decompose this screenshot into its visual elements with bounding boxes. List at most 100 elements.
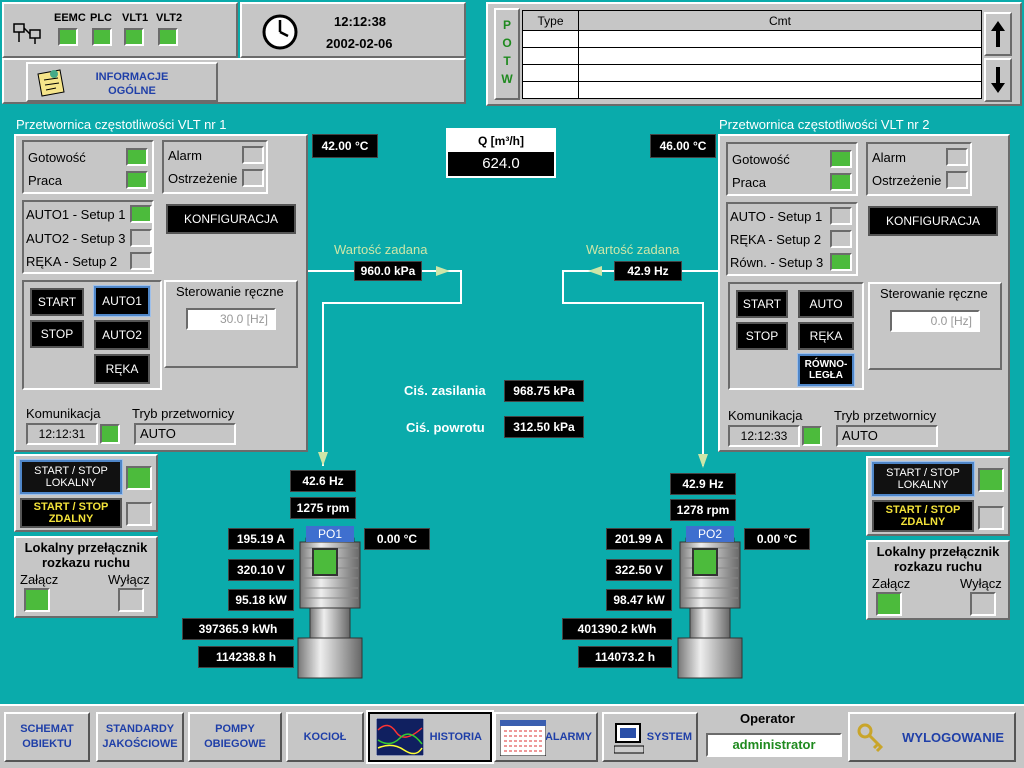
- pump2-voltage: 322.50 V: [606, 559, 672, 581]
- nav-alarmy-button[interactable]: ALARMY: [494, 712, 598, 762]
- return-pressure-value: 312.50 kPa: [504, 416, 584, 438]
- vlt2-rownolegla-button[interactable]: RÓWNO-LEGŁA: [797, 353, 855, 387]
- pump2-current: 201.99 A: [606, 528, 672, 550]
- logout-label: WYLOGOWANIE: [902, 729, 1004, 745]
- vlt1-comm-led: [100, 424, 120, 444]
- history-chart-icon: [376, 718, 424, 756]
- vlt2-start-button[interactable]: START: [736, 290, 788, 318]
- vlt2-reka-button[interactable]: RĘKA: [798, 322, 854, 350]
- vlt2-comm-label: Komunikacja: [728, 408, 803, 423]
- nav-pompy-button[interactable]: POMPY OBIEGOWE: [188, 712, 282, 762]
- vlt1-title: Przetwornica częstotliwości VLT nr 1: [16, 117, 227, 132]
- vlt1-config-button[interactable]: KONFIGURACJA: [166, 204, 296, 234]
- vlt1-setpoint-label: Wartość zadana: [334, 242, 428, 257]
- vlt2-gotowosc-led: [830, 150, 852, 168]
- message-table[interactable]: Type Cmt: [522, 10, 982, 99]
- operator-value: administrator: [706, 733, 842, 757]
- pipe-right-h3: [562, 302, 704, 304]
- scroll-up-button[interactable]: [984, 12, 1012, 56]
- vlt1-auto1-button[interactable]: AUTO1: [93, 285, 151, 317]
- vlt2-setup2: RĘKA - Setup 2: [730, 232, 822, 247]
- nav-historia-button[interactable]: HISTORIA: [366, 710, 494, 764]
- local2-start-stop-remote[interactable]: START / STOP ZDALNY: [872, 500, 974, 532]
- nav-kociol-button[interactable]: KOCIOŁ: [286, 712, 364, 762]
- clock-icon: [262, 14, 298, 50]
- local1-local-led: [126, 466, 152, 490]
- vlt1-start-button[interactable]: START: [30, 288, 84, 316]
- table-row[interactable]: [522, 64, 982, 82]
- local2-start-stop-local[interactable]: START / STOP LOKALNY: [871, 461, 975, 497]
- supply-pressure-label: Ciś. zasilania: [404, 383, 486, 398]
- vlt2-config-button[interactable]: KONFIGURACJA: [868, 206, 998, 236]
- flow-value: 624.0: [448, 152, 554, 176]
- vlt1-reka-button[interactable]: RĘKA: [94, 354, 150, 384]
- nav-system-label: SYSTEM: [646, 730, 692, 743]
- pipe-right-v1: [562, 270, 564, 304]
- local1-on-led[interactable]: [24, 588, 50, 612]
- header-status-panel: EEMC PLC VLT1 VLT2: [2, 2, 238, 58]
- pump1-name: PO1: [306, 526, 354, 542]
- vlt1-ostrzezenie: Ostrzeżenie: [168, 171, 238, 186]
- local1-off-led[interactable]: [118, 588, 144, 612]
- header-clock-panel: 12:12:38 2002-02-06: [240, 2, 466, 58]
- local2-panel: START / STOP LOKALNY START / STOP ZDALNY: [866, 456, 1010, 536]
- nav-schemat-button[interactable]: SCHEMAT OBIEKTU: [4, 712, 90, 762]
- note-icon: [37, 69, 65, 97]
- vlt1-manual-label: Sterowanie ręczne: [176, 284, 284, 299]
- col-cmt: Cmt: [578, 10, 982, 31]
- vlt2-manual-input[interactable]: 0.0 [Hz]: [890, 310, 980, 332]
- pump1-energy: 397365.9 kWh: [182, 618, 294, 640]
- led-vlt1: [124, 28, 144, 46]
- local2-off-led[interactable]: [970, 592, 996, 616]
- table-row[interactable]: [522, 81, 982, 99]
- vlt1-setup2: AUTO2 - Setup 3: [26, 231, 126, 246]
- vlt1-praca: Praca: [28, 173, 62, 188]
- nav-system-button[interactable]: SYSTEM: [602, 712, 698, 762]
- info-button-panel: INFORMACJE OGÓLNE: [2, 58, 466, 104]
- vlt2-auto-button[interactable]: AUTO: [798, 290, 854, 318]
- pump1-current: 195.19 A: [228, 528, 294, 550]
- potw-button[interactable]: POTW: [494, 8, 520, 100]
- vlt1-manual-input[interactable]: 30.0 [Hz]: [186, 308, 276, 330]
- vlt1-setpoint: 960.0 kPa: [354, 261, 422, 281]
- return-pressure-label: Ciś. powrotu: [406, 420, 485, 435]
- info-button-label: INFORMACJE OGÓLNE: [95, 71, 169, 97]
- vlt1-auto2-button[interactable]: AUTO2: [94, 320, 150, 350]
- flow-box: Q [m³/h] 624.0: [446, 128, 556, 178]
- nav-standardy-button[interactable]: STANDARDY JAKOŚCIOWE: [96, 712, 184, 762]
- col-type: Type: [522, 10, 579, 31]
- table-row[interactable]: [522, 47, 982, 65]
- vlt1-panel: Gotowość Praca Alarm Ostrzeżenie AUTO1 -…: [14, 134, 308, 452]
- pump2-freq: 42.9 Hz: [670, 473, 736, 495]
- local2-on-led[interactable]: [876, 592, 902, 616]
- computer-icon: [614, 723, 644, 754]
- label-vlt1: VLT1: [122, 12, 149, 24]
- scroll-down-button[interactable]: [984, 58, 1012, 102]
- table-row[interactable]: [522, 30, 982, 48]
- vlt1-setup2-led: [130, 229, 152, 247]
- vlt2-comm-time: 12:12:33: [728, 425, 800, 447]
- logout-button[interactable]: WYLOGOWANIE: [848, 712, 1016, 762]
- pump1-motor: PO1: [292, 524, 368, 680]
- vlt2-temp: 46.00 °C: [650, 134, 716, 158]
- pump2-run-led: [692, 548, 718, 576]
- vlt2-ostrzezenie-led: [946, 171, 968, 189]
- arrow-down-flow-icon: [318, 452, 328, 466]
- info-button[interactable]: INFORMACJE OGÓLNE: [26, 62, 218, 102]
- header-date: 2002-02-06: [326, 36, 393, 51]
- pump2-hours: 114073.2 h: [578, 646, 672, 668]
- vlt2-setup3: Równ. - Setup 3: [730, 255, 824, 270]
- local1-switch-title: Lokalny przełącznik rozkazu ruchu: [24, 540, 148, 570]
- operator-label: Operator: [740, 711, 795, 726]
- vlt2-setpoint: 42.9 Hz: [614, 261, 682, 281]
- vlt1-stop-button[interactable]: STOP: [30, 320, 84, 348]
- vlt2-stop-button[interactable]: STOP: [736, 322, 788, 350]
- vlt1-ostrzezenie-led: [242, 169, 264, 187]
- local1-start-stop-remote[interactable]: START / STOP ZDALNY: [20, 498, 122, 528]
- arrow-up-icon: [991, 21, 1005, 47]
- local2-switch-panel: Lokalny przełącznik rozkazu ruchu Załącz…: [866, 540, 1010, 620]
- vlt2-praca-led: [830, 173, 852, 191]
- local1-switch-panel: Lokalny przełącznik rozkazu ruchu Załącz…: [14, 536, 158, 618]
- local1-start-stop-local[interactable]: START / STOP LOKALNY: [19, 459, 123, 495]
- vlt2-comm-led: [802, 426, 822, 446]
